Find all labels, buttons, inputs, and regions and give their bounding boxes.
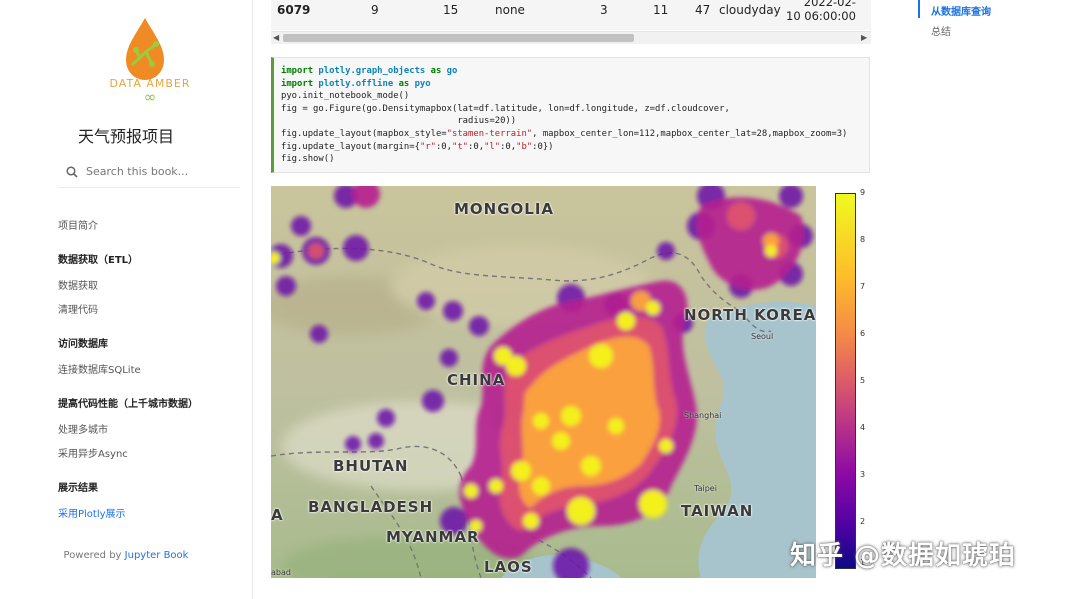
logo-infinity-symbol: ∞ [143,88,157,106]
colorbar-tick-label: 2 [860,517,866,526]
colorbar [835,193,856,569]
table-cell: 15 [443,3,459,17]
nav-item-async[interactable]: 采用异步Async [58,445,128,460]
nav-caption-results: 展示结果 [58,483,98,494]
nav-caption-performance: 提高代码性能（上千城市数据） [58,399,198,410]
code-line: fig.update_layout(margin={"r":0,"t":0,"l… [281,141,554,152]
table-cell: 9 [371,3,379,17]
city-label-taipei: Taipei [694,484,717,493]
table-cell: 3 [600,3,608,17]
density-map[interactable]: MONGOLIA NORTH KOREA CHINA BHUTAN BANGLA… [271,186,816,578]
toc-active-indicator [918,0,920,18]
search-icon [66,166,78,178]
code-cell[interactable]: import plotly.graph_objects as go import… [271,57,870,173]
code-line: fig = go.Figure(go.Densitymapbox(lat=df.… [281,103,730,114]
scroll-left-arrow-icon[interactable]: ◀ [273,32,279,44]
code-line: radius=20)) [281,116,517,127]
toc-item-query-database[interactable]: 从数据库查询 [931,3,991,18]
scroll-right-arrow-icon[interactable]: ▶ [861,32,867,44]
colorbar-tick-label: 6 [860,329,866,338]
city-label-abad: abad [271,568,291,577]
colorbar-tick-label: 5 [860,376,866,385]
jupyter-book-link[interactable]: Jupyter Book [125,550,189,561]
search-input[interactable] [84,164,238,179]
watermark: 知乎 @数据如琥珀 [790,541,1017,571]
date-line-1: 2022-02- [803,0,856,9]
nav-item-plotly[interactable]: 采用Plotly展示 [58,505,126,520]
powered-by-prefix: Powered by [63,550,125,561]
sidebar: DATA AMBER ∞ 天气预报项目 项目简介 数据获取（ETL） 数据获取 … [0,0,253,599]
powered-by: Powered by Jupyter Book [0,550,252,561]
colorbar-tick-label: 8 [860,235,866,244]
horizontal-scrollbar[interactable]: ◀ ▶ [271,31,871,44]
city-label-seoul: Seoul [751,332,774,341]
code-line: fig.show() [281,154,335,165]
colorbar-tick-label: 4 [860,423,866,432]
map-label-bhutan: BHUTAN [333,457,409,475]
map-label-north-korea: NORTH KOREA [684,306,816,324]
nav-item-intro[interactable]: 项目简介 [58,217,98,232]
map-label-laos: LAOS [484,558,533,576]
toc-item-summary[interactable]: 总结 [931,23,951,38]
table-cell-index: 6079 [277,3,311,17]
code-block: import plotly.graph_objects as go import… [281,65,847,166]
colorbar-tick-label: 7 [860,282,866,291]
map-label-edge: A [271,506,284,524]
map-label-bangladesh: BANGLADESH [308,498,434,516]
table-cell-date: 2022-02- 10 06:00:00 [786,0,856,23]
book-title[interactable]: 天气预报项目 [0,123,252,147]
code-line: pyo.init_notebook_mode() [281,91,410,102]
nav-caption-database: 访问数据库 [58,339,108,350]
nav-item-sqlite[interactable]: 连接数据库SQLite [58,361,141,376]
table-cell: cloudyday [719,3,781,17]
table-cell: 47 [695,3,711,17]
table-cell: none [495,3,525,17]
table-cell: 11 [653,3,669,17]
nav-item-clean-code[interactable]: 清理代码 [58,301,98,316]
code-line: import plotly.offline as pyo [281,78,431,89]
map-label-china: CHINA [447,371,506,389]
map-label-mongolia: MONGOLIA [454,200,555,218]
scrollbar-thumb[interactable] [283,34,634,42]
nav-caption-etl: 数据获取（ETL） [58,255,139,266]
nav-item-multi-city[interactable]: 处理多城市 [58,421,108,436]
city-label-shanghai: Shanghai [684,411,722,420]
date-line-2: 10 06:00:00 [786,9,856,23]
code-line: import plotly.graph_objects as go [281,66,458,76]
nav-item-data-fetch[interactable]: 数据获取 [58,277,98,292]
map-label-taiwan: TAIWAN [681,502,754,520]
code-line: fig.update_layout(mapbox_style="stamen-t… [281,128,848,139]
colorbar-tick-label: 3 [860,470,866,479]
search-box[interactable] [58,160,240,188]
colorbar-tick-label: 9 [860,188,866,197]
dataframe-table [271,0,871,30]
map-label-myanmar: MYANMAR [386,528,480,546]
